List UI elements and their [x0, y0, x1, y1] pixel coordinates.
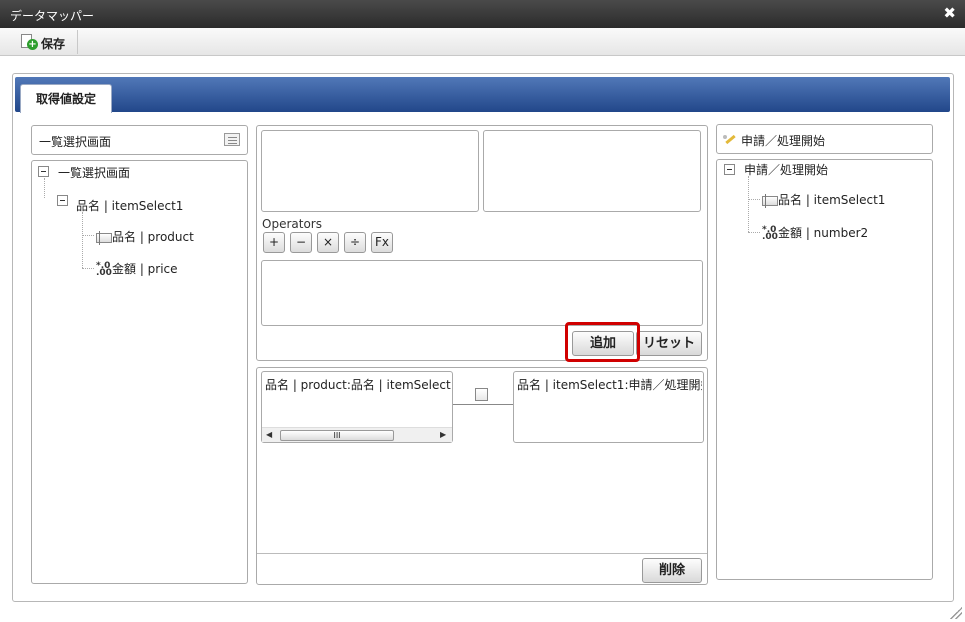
operator-plus-button[interactable]: + — [263, 232, 285, 253]
operator-minus-button[interactable]: − — [290, 232, 312, 253]
tree-connector — [82, 235, 94, 236]
save-button[interactable]: + 保存 — [10, 30, 78, 54]
tree-connector — [44, 178, 45, 198]
tree-connector — [82, 268, 94, 269]
mapping-checkbox[interactable] — [475, 388, 488, 401]
field-icon — [762, 193, 778, 208]
tree-connector — [748, 232, 760, 233]
target-header: 申請／処理開始 — [716, 124, 933, 154]
horizontal-scrollbar[interactable]: ◀ III ▶ — [262, 427, 452, 442]
number-icon: *.0.00 — [762, 224, 778, 242]
source-tree-root[interactable]: 一覧選択画面 — [58, 164, 130, 181]
operator-function-button[interactable]: Fx — [371, 232, 393, 253]
number-icon: *.0.00 — [96, 260, 112, 278]
target-tree-item[interactable]: 品名 | itemSelect1 — [762, 191, 885, 208]
edit-icon — [723, 133, 737, 145]
target-tree-item[interactable]: *.0.00金額 | number2 — [762, 224, 868, 241]
operator-multiply-button[interactable]: × — [317, 232, 339, 253]
tree-connector — [82, 212, 83, 268]
expression-target-box[interactable] — [483, 130, 701, 212]
scroll-thumb[interactable]: III — [280, 430, 394, 441]
save-button-label: 保存 — [41, 37, 66, 51]
window-title: データマッパー — [10, 9, 95, 23]
source-header: 一覧選択画面 — [31, 125, 248, 155]
operator-divide-button[interactable]: ÷ — [344, 232, 366, 253]
source-item-label: 品名 | product — [112, 230, 194, 244]
target-tree-root[interactable]: 申請／処理開始 — [744, 161, 828, 178]
tab-acquired-value-settings[interactable]: 取得値設定 — [20, 84, 112, 113]
source-item-label: 金額 | price — [112, 262, 178, 276]
close-icon[interactable]: ✖ — [943, 6, 956, 21]
mapping-connector-line — [453, 404, 513, 405]
source-tree-item[interactable]: 品名 | product — [96, 228, 194, 245]
source-header-title: 一覧選択画面 — [39, 135, 112, 149]
mapping-footer-divider — [257, 553, 707, 554]
highlight-frame — [565, 322, 640, 362]
tree-connector — [748, 199, 760, 200]
collapse-icon[interactable] — [57, 195, 68, 206]
resize-grip-icon[interactable] — [950, 607, 962, 619]
target-item-label: 金額 | number2 — [778, 226, 869, 240]
mapping-target-box[interactable]: 品名 | itemSelect1:申請／処理開始 — [513, 371, 704, 443]
target-item-label: 品名 | itemSelect1 — [778, 193, 886, 207]
field-icon — [96, 230, 112, 245]
tree-connector — [748, 176, 749, 232]
delete-button[interactable]: 削除 — [642, 558, 702, 583]
mapping-source-text: 品名 | product:品名 | itemSelect1.一 — [265, 378, 451, 392]
toolbar: + 保存 — [0, 28, 965, 56]
window-titlebar: データマッパー ✖ — [0, 0, 965, 28]
reset-button[interactable]: リセット — [636, 331, 702, 356]
collapse-icon[interactable] — [38, 166, 49, 177]
target-header-title: 申請／処理開始 — [741, 134, 826, 148]
list-icon[interactable] — [224, 133, 240, 146]
source-tree-group[interactable]: 品名 | itemSelect1 — [76, 197, 183, 214]
expression-textarea[interactable] — [261, 260, 703, 326]
source-tree-item[interactable]: *.0.00金額 | price — [96, 260, 178, 277]
plus-icon: + — [27, 39, 38, 50]
tab-bar — [15, 77, 950, 112]
scroll-left-icon[interactable]: ◀ — [266, 430, 272, 439]
operators-label: Operators — [262, 217, 322, 231]
scroll-right-icon[interactable]: ▶ — [440, 430, 446, 439]
collapse-icon[interactable] — [724, 164, 735, 175]
source-tree-panel — [31, 160, 248, 584]
expression-source-box[interactable] — [261, 130, 479, 212]
mapping-target-text: 品名 | itemSelect1:申請／処理開始 — [517, 378, 702, 392]
